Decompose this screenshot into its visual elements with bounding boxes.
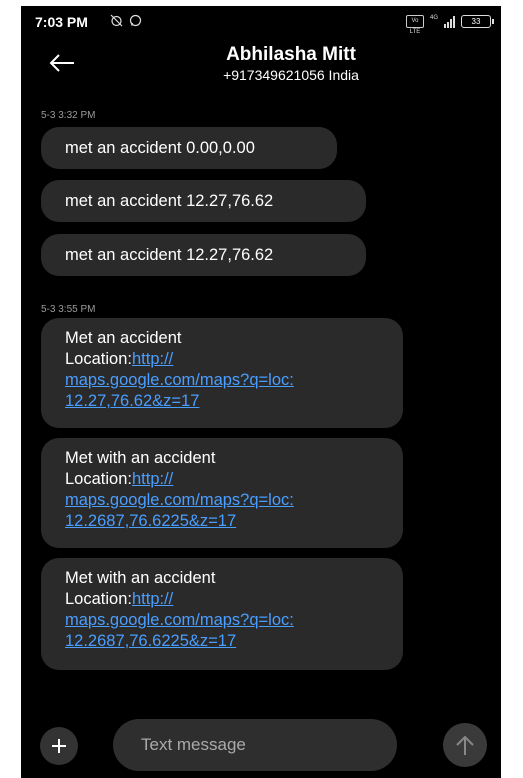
back-button[interactable]	[45, 46, 79, 80]
alarm-off-icon	[110, 14, 123, 27]
map-link[interactable]: http://	[132, 350, 173, 368]
map-link[interactable]: 12.2687,76.6225&z=17	[65, 631, 379, 652]
message-text: Met with an accident	[65, 449, 216, 467]
status-time: 7:03 PM	[35, 14, 88, 30]
message-input-placeholder: Text message	[141, 735, 246, 754]
message-text: met an accident 0.00,0.00	[65, 139, 255, 157]
message-bubble[interactable]: Met an accident Location:http:// maps.go…	[41, 318, 403, 428]
map-link[interactable]: maps.google.com/maps?q=loc:	[65, 490, 379, 511]
message-bubble[interactable]: met an accident 0.00,0.00	[41, 127, 337, 169]
map-link[interactable]: maps.google.com/maps?q=loc:	[65, 370, 379, 391]
status-left-icons	[110, 14, 142, 27]
plus-icon	[52, 739, 66, 753]
location-label: Location:	[65, 590, 132, 608]
network-type: 4G	[429, 14, 438, 21]
arrow-up-icon	[456, 735, 474, 755]
message-bubble[interactable]: Met with an accident Location:http:// ma…	[41, 558, 403, 670]
message-text: Met an accident	[65, 329, 182, 347]
location-label: Location:	[65, 470, 132, 488]
signal-icon	[444, 15, 455, 28]
whatsapp-icon	[129, 14, 142, 27]
map-link[interactable]: http://	[132, 470, 173, 488]
messaging-screen: 7:03 PM Vo LTE 4G 33 Abhilasha Mitt +917…	[21, 6, 501, 778]
contact-name[interactable]: Abhilasha Mitt	[141, 44, 441, 66]
contact-number: +917349621056 India	[223, 67, 359, 83]
battery-icon: 33	[461, 15, 494, 28]
map-link[interactable]: maps.google.com/maps?q=loc:	[65, 610, 379, 631]
send-button[interactable]	[443, 723, 487, 767]
message-timestamp: 5-3 3:32 PM	[41, 110, 96, 121]
volte-icon: Vo LTE	[405, 15, 424, 35]
message-text: met an accident 12.27,76.62	[65, 246, 274, 264]
add-attachment-button[interactable]	[40, 727, 78, 765]
location-label: Location:	[65, 350, 132, 368]
message-text: Met with an accident	[65, 569, 216, 587]
message-input[interactable]: Text message	[113, 719, 397, 771]
message-bubble[interactable]: met an accident 12.27,76.62	[41, 180, 366, 222]
map-link[interactable]: 12.27,76.62&z=17	[65, 391, 379, 412]
message-bubble[interactable]: met an accident 12.27,76.62	[41, 234, 366, 276]
status-bar: 7:03 PM Vo LTE 4G 33	[21, 6, 501, 38]
status-right-icons: Vo LTE 4G 33	[405, 14, 494, 35]
message-bubble[interactable]: Met with an accident Location:http:// ma…	[41, 438, 403, 548]
message-text: met an accident 12.27,76.62	[65, 192, 274, 210]
arrow-left-icon	[49, 54, 74, 72]
map-link[interactable]: http://	[132, 590, 173, 608]
message-timestamp: 5-3 3:55 PM	[41, 304, 96, 315]
map-link[interactable]: 12.2687,76.6225&z=17	[65, 511, 379, 532]
